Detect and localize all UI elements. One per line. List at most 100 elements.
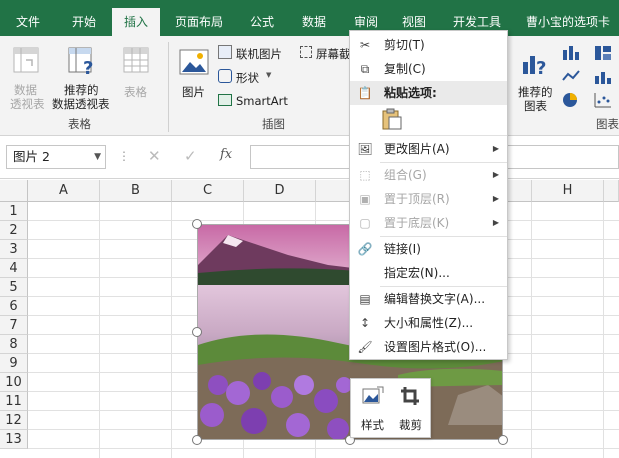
tab-home[interactable]: 开始 (60, 8, 108, 36)
hierarchy-chart-icon (595, 46, 611, 60)
scissors-icon: ✂ (359, 38, 371, 52)
mini-toolbar: 样式 裁剪 (350, 378, 431, 438)
rec-charts-label-2: 图表 (524, 99, 547, 113)
online-pictures-label: 联机图片 (236, 47, 282, 61)
menu-item-size-properties[interactable]: ↕ 大小和属性(Z)... (350, 311, 507, 335)
enter-icon[interactable]: ✓ (184, 147, 197, 165)
pie-chart-icon (563, 93, 577, 107)
stat-chart-icon (595, 72, 611, 84)
recommended-charts-button[interactable]: ? 推荐的 图表 (514, 40, 558, 113)
row-header-12[interactable]: 12 (0, 411, 28, 430)
menu-item-format-picture[interactable]: 🖌 设置图片格式(O)... (350, 335, 507, 359)
crop-button[interactable]: 裁剪 (393, 383, 429, 435)
ribbon-tab-bar: 文件 开始 插入 页面布局 公式 数据 审阅 视图 开发工具 曹小宝的选项卡 (0, 0, 619, 36)
grid-line (99, 202, 100, 458)
row-header-2[interactable]: 2 (0, 221, 28, 240)
column-header-d[interactable]: D (244, 180, 316, 202)
submenu-arrow-icon: ▶ (492, 218, 499, 227)
menu-item-copy[interactable]: ⧉ 复制(C) (350, 57, 507, 81)
scatter-chart-button[interactable] (594, 92, 616, 110)
menu-item-send-to-back[interactable]: ▢ 置于底层(K) ▶ (350, 211, 507, 235)
column-header-c[interactable]: C (172, 180, 244, 202)
line-chart-icon (562, 70, 580, 81)
smartart-icon (218, 94, 232, 106)
row-header-9[interactable]: 9 (0, 354, 28, 373)
row-header-6[interactable]: 6 (0, 297, 28, 316)
crop-label: 裁剪 (399, 418, 422, 432)
paste-clipboard-icon (382, 108, 402, 130)
resize-handle-bottom-right[interactable] (498, 435, 508, 445)
menu-item-link[interactable]: 🔗 链接(I) (350, 237, 507, 261)
recommended-charts-icon: ? (523, 56, 546, 78)
tab-formulas[interactable]: 公式 (240, 8, 284, 36)
row-header-7[interactable]: 7 (0, 316, 28, 335)
column-header-h[interactable]: H (532, 180, 604, 202)
stat-chart-button[interactable] (594, 68, 616, 86)
menu-item-cut[interactable]: ✂ 剪切(T) (350, 33, 507, 57)
row-header-1[interactable]: 1 (0, 202, 28, 221)
pie-chart-button[interactable] (562, 92, 584, 110)
grid-line (171, 202, 172, 458)
column-header-i[interactable] (604, 180, 619, 202)
submenu-arrow-icon: ▶ (492, 170, 499, 179)
name-box-dropdown-icon[interactable]: ▼ (94, 146, 101, 168)
table-icon (123, 47, 149, 73)
table-button[interactable]: 表格 (116, 40, 156, 110)
shapes-dropdown-icon: ▼ (266, 71, 272, 79)
tab-insert[interactable]: 插入 (112, 8, 160, 36)
line-chart-button[interactable] (562, 68, 584, 86)
select-all-corner[interactable] (0, 180, 28, 202)
tab-data[interactable]: 数据 (292, 8, 336, 36)
style-button[interactable]: 样式 (355, 383, 391, 435)
pivot-label-2: 透视表 (10, 97, 45, 111)
row-header-11[interactable]: 11 (0, 392, 28, 411)
picture-label: 图片 (182, 85, 205, 99)
resize-handle-left[interactable] (192, 327, 202, 337)
online-pictures-button[interactable]: 联机图片 (218, 44, 298, 62)
menu-item-group[interactable]: ⬚ 组合(G) ▶ (350, 163, 507, 187)
picture-button[interactable]: 图片 (174, 40, 214, 110)
smartart-button[interactable]: SmartArt (218, 92, 294, 110)
hierarchy-chart-button[interactable] (594, 44, 616, 62)
recommended-pivot-icon: ? (68, 47, 93, 76)
menu-item-change-picture[interactable]: 🖼 更改图片(A) ▶ (350, 137, 507, 161)
change-picture-icon: 🖼 (357, 142, 373, 156)
recommended-pivot-button[interactable]: ? 推荐的 数据透视表 (50, 40, 114, 111)
column-header-a[interactable]: A (28, 180, 100, 202)
column-chart-icon (563, 46, 579, 60)
tab-custom[interactable]: 曹小宝的选项卡 (520, 8, 616, 36)
picture-icon (179, 49, 209, 75)
shapes-button[interactable]: 形状 ▼ (218, 68, 278, 86)
row-header-8[interactable]: 8 (0, 335, 28, 354)
row-header-13[interactable]: 13 (0, 430, 28, 449)
column-header-b[interactable]: B (100, 180, 172, 202)
name-box[interactable]: 图片 2 ▼ (6, 145, 106, 169)
online-pictures-icon (218, 45, 232, 59)
crop-icon (401, 387, 419, 405)
row-header-5[interactable]: 5 (0, 278, 28, 297)
paste-picture-option[interactable] (380, 107, 406, 133)
formula-bar: 图片 2 ▼ ⋮ ✕ ✓ fx (0, 137, 619, 179)
shapes-icon (218, 69, 232, 83)
insert-function-icon[interactable]: fx (220, 147, 232, 162)
grid-line (603, 202, 604, 458)
resize-handle-top-left[interactable] (192, 219, 202, 229)
cancel-icon[interactable]: ✕ (148, 147, 161, 165)
menu-item-assign-macro[interactable]: 指定宏(N)... (350, 261, 507, 285)
screenshot-button[interactable]: 屏幕截 (300, 44, 351, 62)
row-header-4[interactable]: 4 (0, 259, 28, 278)
smartart-label: SmartArt (236, 94, 288, 108)
format-picture-icon: 🖌 (357, 340, 373, 354)
menu-item-edit-alt-text[interactable]: ▤ 编辑替换文字(A)... (350, 287, 507, 311)
pivot-table-button[interactable]: 数据 透视表 (4, 40, 48, 111)
menu-item-bring-to-front[interactable]: ▣ 置于顶层(R) ▶ (350, 187, 507, 211)
style-label: 样式 (361, 418, 384, 432)
row-header-3[interactable]: 3 (0, 240, 28, 259)
link-icon: 🔗 (357, 242, 373, 256)
row-header-10[interactable]: 10 (0, 373, 28, 392)
resize-handle-bottom-left[interactable] (192, 435, 202, 445)
column-chart-button[interactable] (562, 44, 584, 62)
tab-page-layout[interactable]: 页面布局 (168, 8, 230, 36)
tab-file[interactable]: 文件 (4, 8, 52, 36)
group-illustrations-label: 插图 (262, 117, 285, 131)
